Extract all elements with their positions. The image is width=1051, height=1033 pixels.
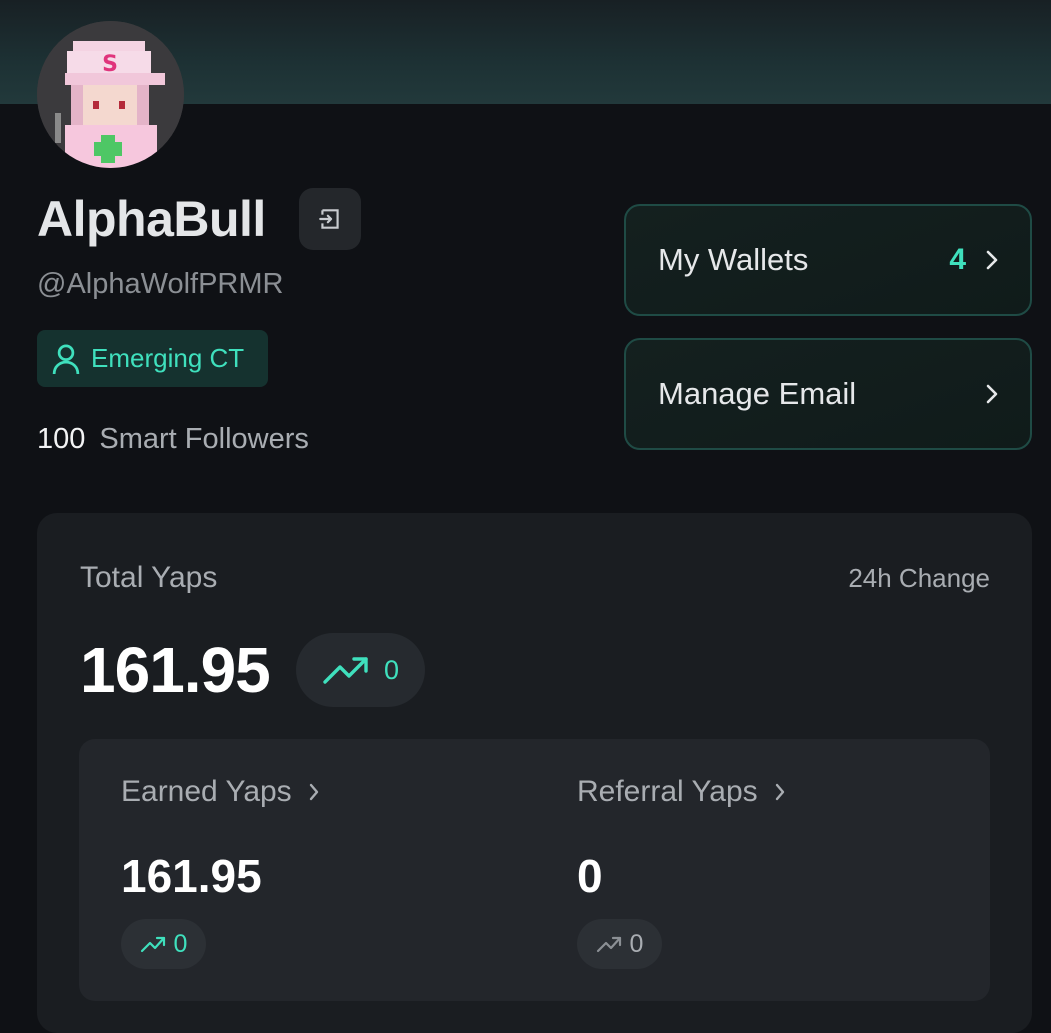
yaps-stats-card: Total Yaps 24h Change 161.95 0 Earned Ya… [37,513,1032,1033]
referral-yaps-change-pill: 0 [577,919,662,969]
my-wallets-label: My Wallets [658,242,809,277]
wallets-count: 4 [949,243,966,276]
earned-yaps-change-pill: 0 [121,919,206,969]
trend-up-icon [140,936,165,953]
trend-up-icon [323,657,368,684]
tier-label: Emerging CT [91,343,245,373]
tier-badge: Emerging CT [37,330,268,387]
referral-yaps-change-value: 0 [629,929,644,958]
smart-followers: 100 Smart Followers [37,423,309,456]
yaps-breakdown: Earned Yaps 161.95 0 Referral Yaps 0 0 [79,739,990,1001]
earned-yaps-label: Earned Yaps [121,775,292,808]
chevron-right-icon [775,783,784,801]
user-handle: @AlphaWolfPRMR [37,268,284,300]
logout-icon [319,209,339,229]
avatar-image: S [37,21,184,168]
smart-followers-label: Smart Followers [99,423,309,455]
my-wallets-button[interactable]: My Wallets 4 [624,204,1032,316]
user-icon [52,344,80,374]
display-name: AlphaBull [37,191,266,247]
chevron-right-icon [986,384,998,404]
referral-yaps-link[interactable]: Referral Yaps [577,775,786,809]
earned-yaps-value: 161.95 [121,850,262,902]
total-yaps-change-value: 0 [383,654,400,685]
logout-button[interactable] [299,188,361,250]
total-yaps-value: 161.95 [80,634,271,706]
referral-yaps-value: 0 [577,850,603,902]
manage-email-button[interactable]: Manage Email [624,338,1032,450]
total-yaps-change-pill: 0 [296,633,425,707]
manage-email-label: Manage Email [658,376,857,411]
chevron-right-icon [986,250,998,270]
earned-yaps-link[interactable]: Earned Yaps [121,775,320,809]
smart-followers-count: 100 [37,423,86,455]
referral-yaps-label: Referral Yaps [577,775,758,808]
svg-text:S: S [102,52,118,77]
change-24h-label: 24h Change [848,563,990,593]
chevron-right-icon [309,783,318,801]
total-yaps-label: Total Yaps [80,561,218,594]
trend-up-icon [596,936,621,953]
earned-yaps-change-value: 0 [173,929,188,958]
avatar: S [37,21,184,168]
